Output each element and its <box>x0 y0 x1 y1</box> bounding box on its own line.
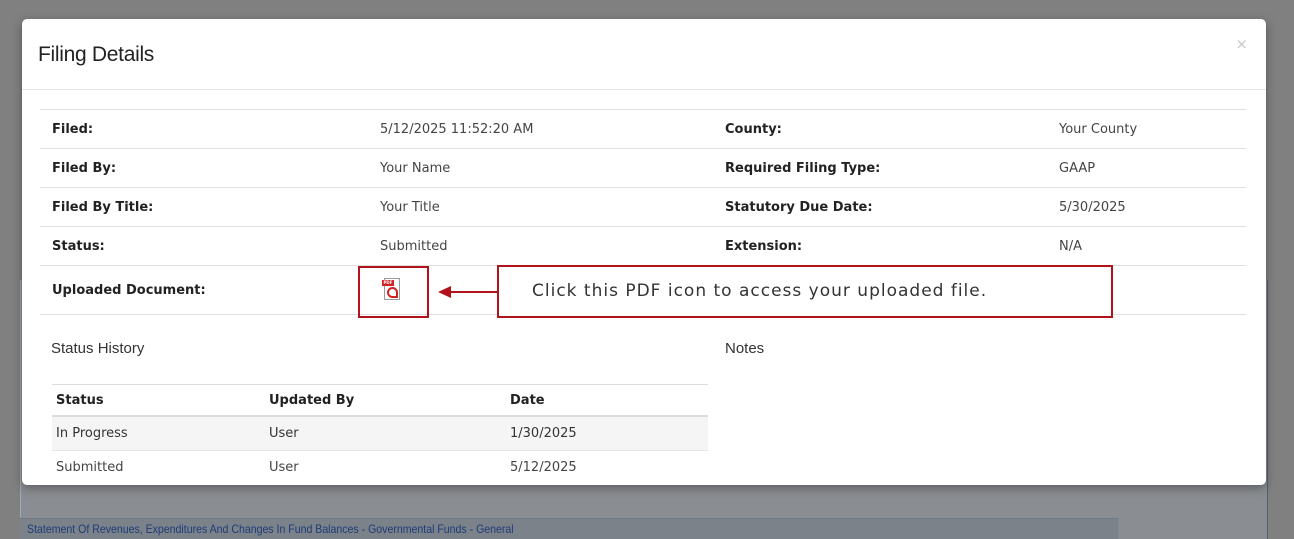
notes-heading: Notes <box>725 340 765 357</box>
row-updated-by: User <box>269 426 299 441</box>
table-row: Submitted User 5/12/2025 <box>52 450 708 483</box>
required-filing-type-label: Required Filing Type: <box>725 160 881 176</box>
row-date: 5/12/2025 <box>510 459 577 475</box>
close-icon[interactable]: × <box>1235 37 1248 52</box>
details-row-status: Status: Submitted Extension: N/A <box>40 227 1246 266</box>
filed-by-value: Your Name <box>380 160 451 176</box>
status-label: Status: <box>52 238 105 254</box>
column-header-updated-by: Updated By <box>269 392 355 408</box>
status-history-table: Status Updated By Date In Progress User … <box>52 384 708 483</box>
details-row-filed: Filed: 5/12/2025 11:52:20 AM County: You… <box>40 110 1246 149</box>
row-status: Submitted <box>56 459 124 475</box>
row-status: In Progress <box>56 426 128 441</box>
county-value: Your County <box>1059 121 1138 137</box>
uploaded-document-label: Uploaded Document: <box>52 282 206 298</box>
status-value: Submitted <box>380 238 448 254</box>
extension-label: Extension: <box>725 238 803 254</box>
annotation-arrow-icon <box>438 286 451 298</box>
column-header-date: Date <box>510 392 545 408</box>
header-divider <box>22 89 1266 90</box>
status-history-heading: Status History <box>51 340 145 357</box>
modal-title: Filing Details <box>38 43 155 66</box>
filed-label: Filed: <box>52 121 94 137</box>
filing-details-modal: Filing Details × Filed: 5/12/2025 11:52:… <box>22 19 1266 485</box>
status-history-header-row: Status Updated By Date <box>52 384 708 417</box>
background-report-row[interactable]: Statement Of Revenues, Expenditures And … <box>20 518 1119 539</box>
statutory-due-date-value: 5/30/2025 <box>1059 199 1126 215</box>
statutory-due-date-label: Statutory Due Date: <box>725 199 873 215</box>
row-date: 1/30/2025 <box>510 426 577 441</box>
extension-value: N/A <box>1059 238 1082 254</box>
details-row-filed-by-title: Filed By Title: Your Title Statutory Due… <box>40 188 1246 227</box>
filed-value: 5/12/2025 11:52:20 AM <box>380 121 534 137</box>
pdf-icon-highlight-box <box>358 266 429 318</box>
details-row-filed-by: Filed By: Your Name Required Filing Type… <box>40 149 1246 188</box>
table-row: In Progress User 1/30/2025 <box>52 417 708 450</box>
annotation-arrow-line <box>450 291 498 293</box>
filed-by-title-value: Your Title <box>380 199 440 215</box>
column-header-status: Status <box>56 392 104 408</box>
annotation-callout: Click this PDF icon to access your uploa… <box>497 265 1113 318</box>
filed-by-label: Filed By: <box>52 160 117 176</box>
row-updated-by: User <box>269 459 299 475</box>
filed-by-title-label: Filed By Title: <box>52 199 154 215</box>
county-label: County: <box>725 121 782 137</box>
required-filing-type-value: GAAP <box>1059 160 1096 176</box>
